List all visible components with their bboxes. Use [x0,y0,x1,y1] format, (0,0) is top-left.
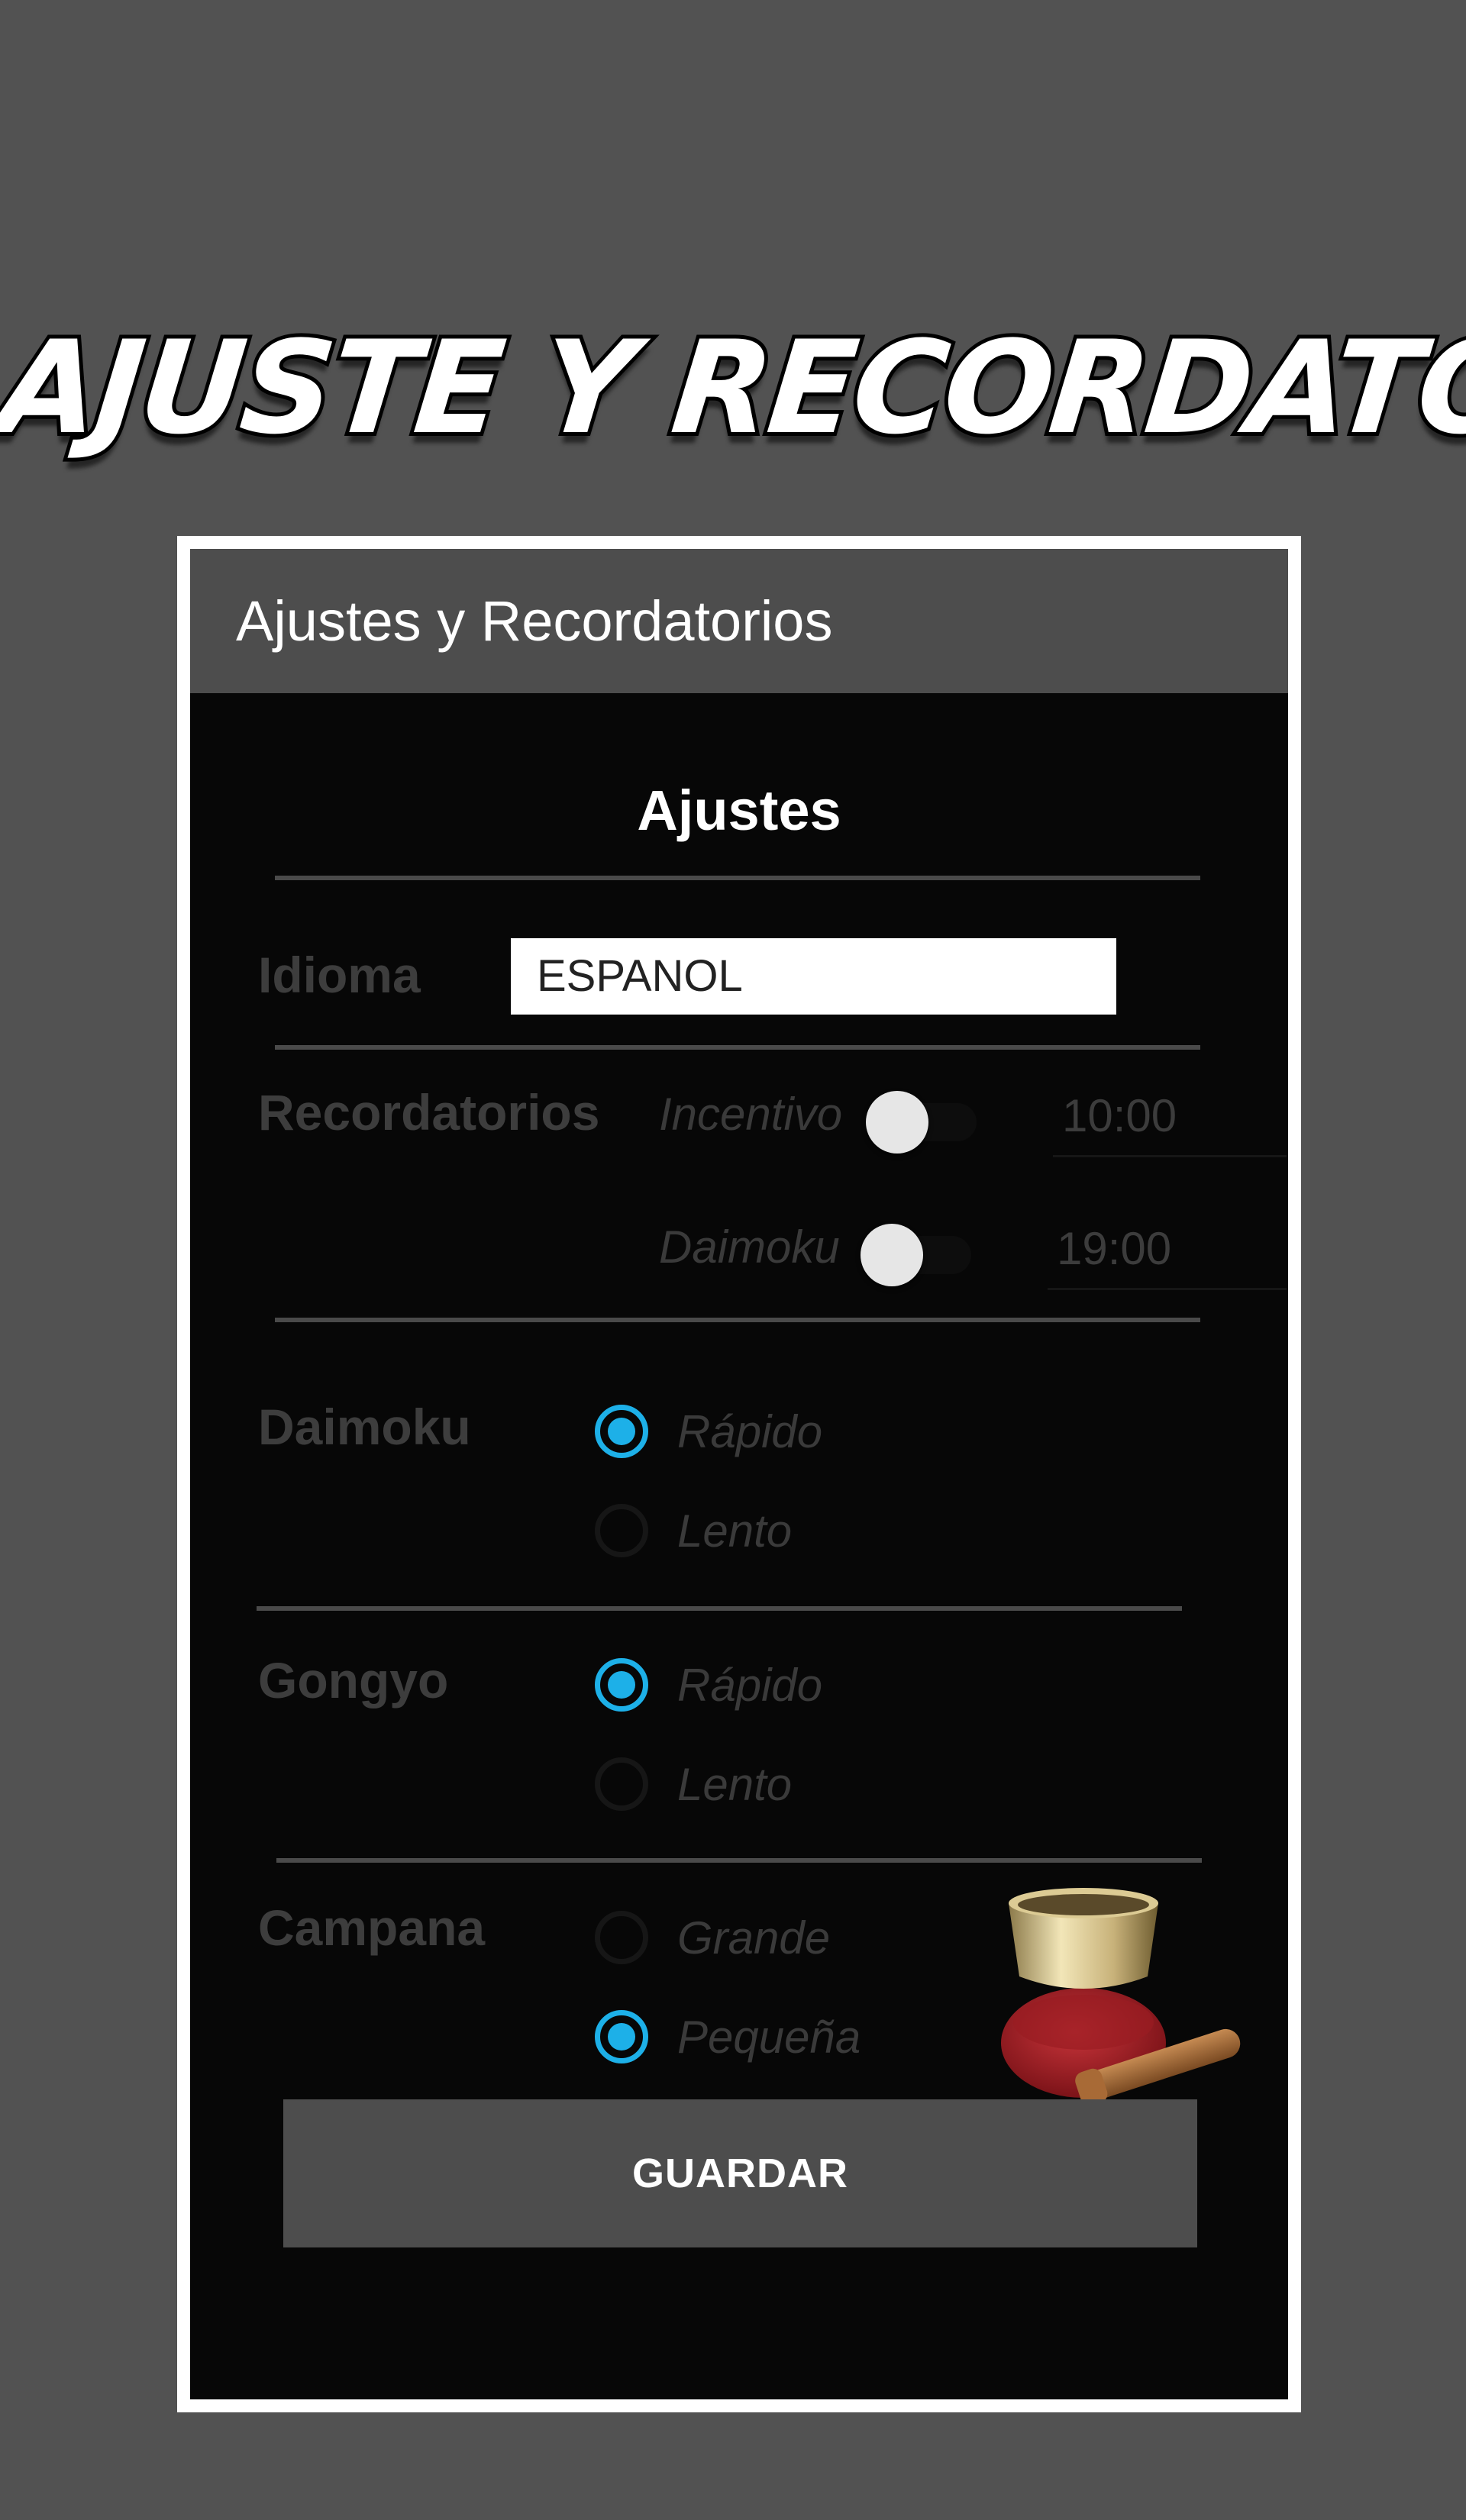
reminder-incentivo-switch-thumb[interactable] [866,1091,928,1154]
gongyo-slow-radio[interactable] [595,1757,648,1811]
reminders-label: Recordatorios [258,1084,600,1141]
divider [275,1318,1200,1322]
reminder-daimoku-time[interactable]: 19:00 [1057,1222,1171,1275]
divider [275,876,1200,880]
reminder-incentivo-label: Incentivo [659,1089,843,1140]
divider [275,1045,1200,1050]
singing-bowl-icon [1001,1888,1241,2106]
save-button[interactable]: GUARDAR [283,2099,1197,2247]
bell-large-radio[interactable] [595,1911,648,1964]
gongyo-fast-radio[interactable] [595,1658,648,1712]
divider [257,1606,1182,1611]
gongyo-label: Gongyo [258,1652,449,1709]
daimoku-label: Daimoku [258,1399,471,1455]
language-label: Idioma [258,947,421,1003]
daimoku-fast-label[interactable]: Rápido [677,1405,822,1458]
gongyo-fast-label[interactable]: Rápido [677,1659,822,1712]
divider [276,1858,1202,1863]
daimoku-fast-radio[interactable] [595,1405,648,1458]
bell-large-label[interactable]: Grande [677,1912,830,1964]
reminder-daimoku-label: Daimoku [659,1221,840,1273]
promo-title: AJUSTE Y RECORDATORIOS [0,309,1466,466]
section-title: Ajustes [637,779,841,842]
app-bar-title: Ajustes y Recordatorios [236,589,833,653]
language-select[interactable]: ESPANOL [511,938,1116,1015]
app-bar: Ajustes y Recordatorios [190,549,1288,693]
daimoku-slow-label[interactable]: Lento [677,1505,792,1557]
bell-label: Campana [258,1899,486,1956]
gongyo-slow-label[interactable]: Lento [677,1758,792,1811]
daimoku-slow-radio[interactable] [595,1504,648,1557]
bell-small-label[interactable]: Pequeña [677,2011,861,2063]
reminder-incentivo-time[interactable]: 10:00 [1062,1089,1177,1142]
bell-small-radio[interactable] [595,2010,648,2063]
time-underline [1053,1155,1287,1157]
time-underline [1048,1288,1287,1290]
reminder-daimoku-switch-thumb[interactable] [861,1224,923,1286]
phone-screen: Ajustes y Recordatorios Ajustes Idioma E… [177,536,1301,2412]
